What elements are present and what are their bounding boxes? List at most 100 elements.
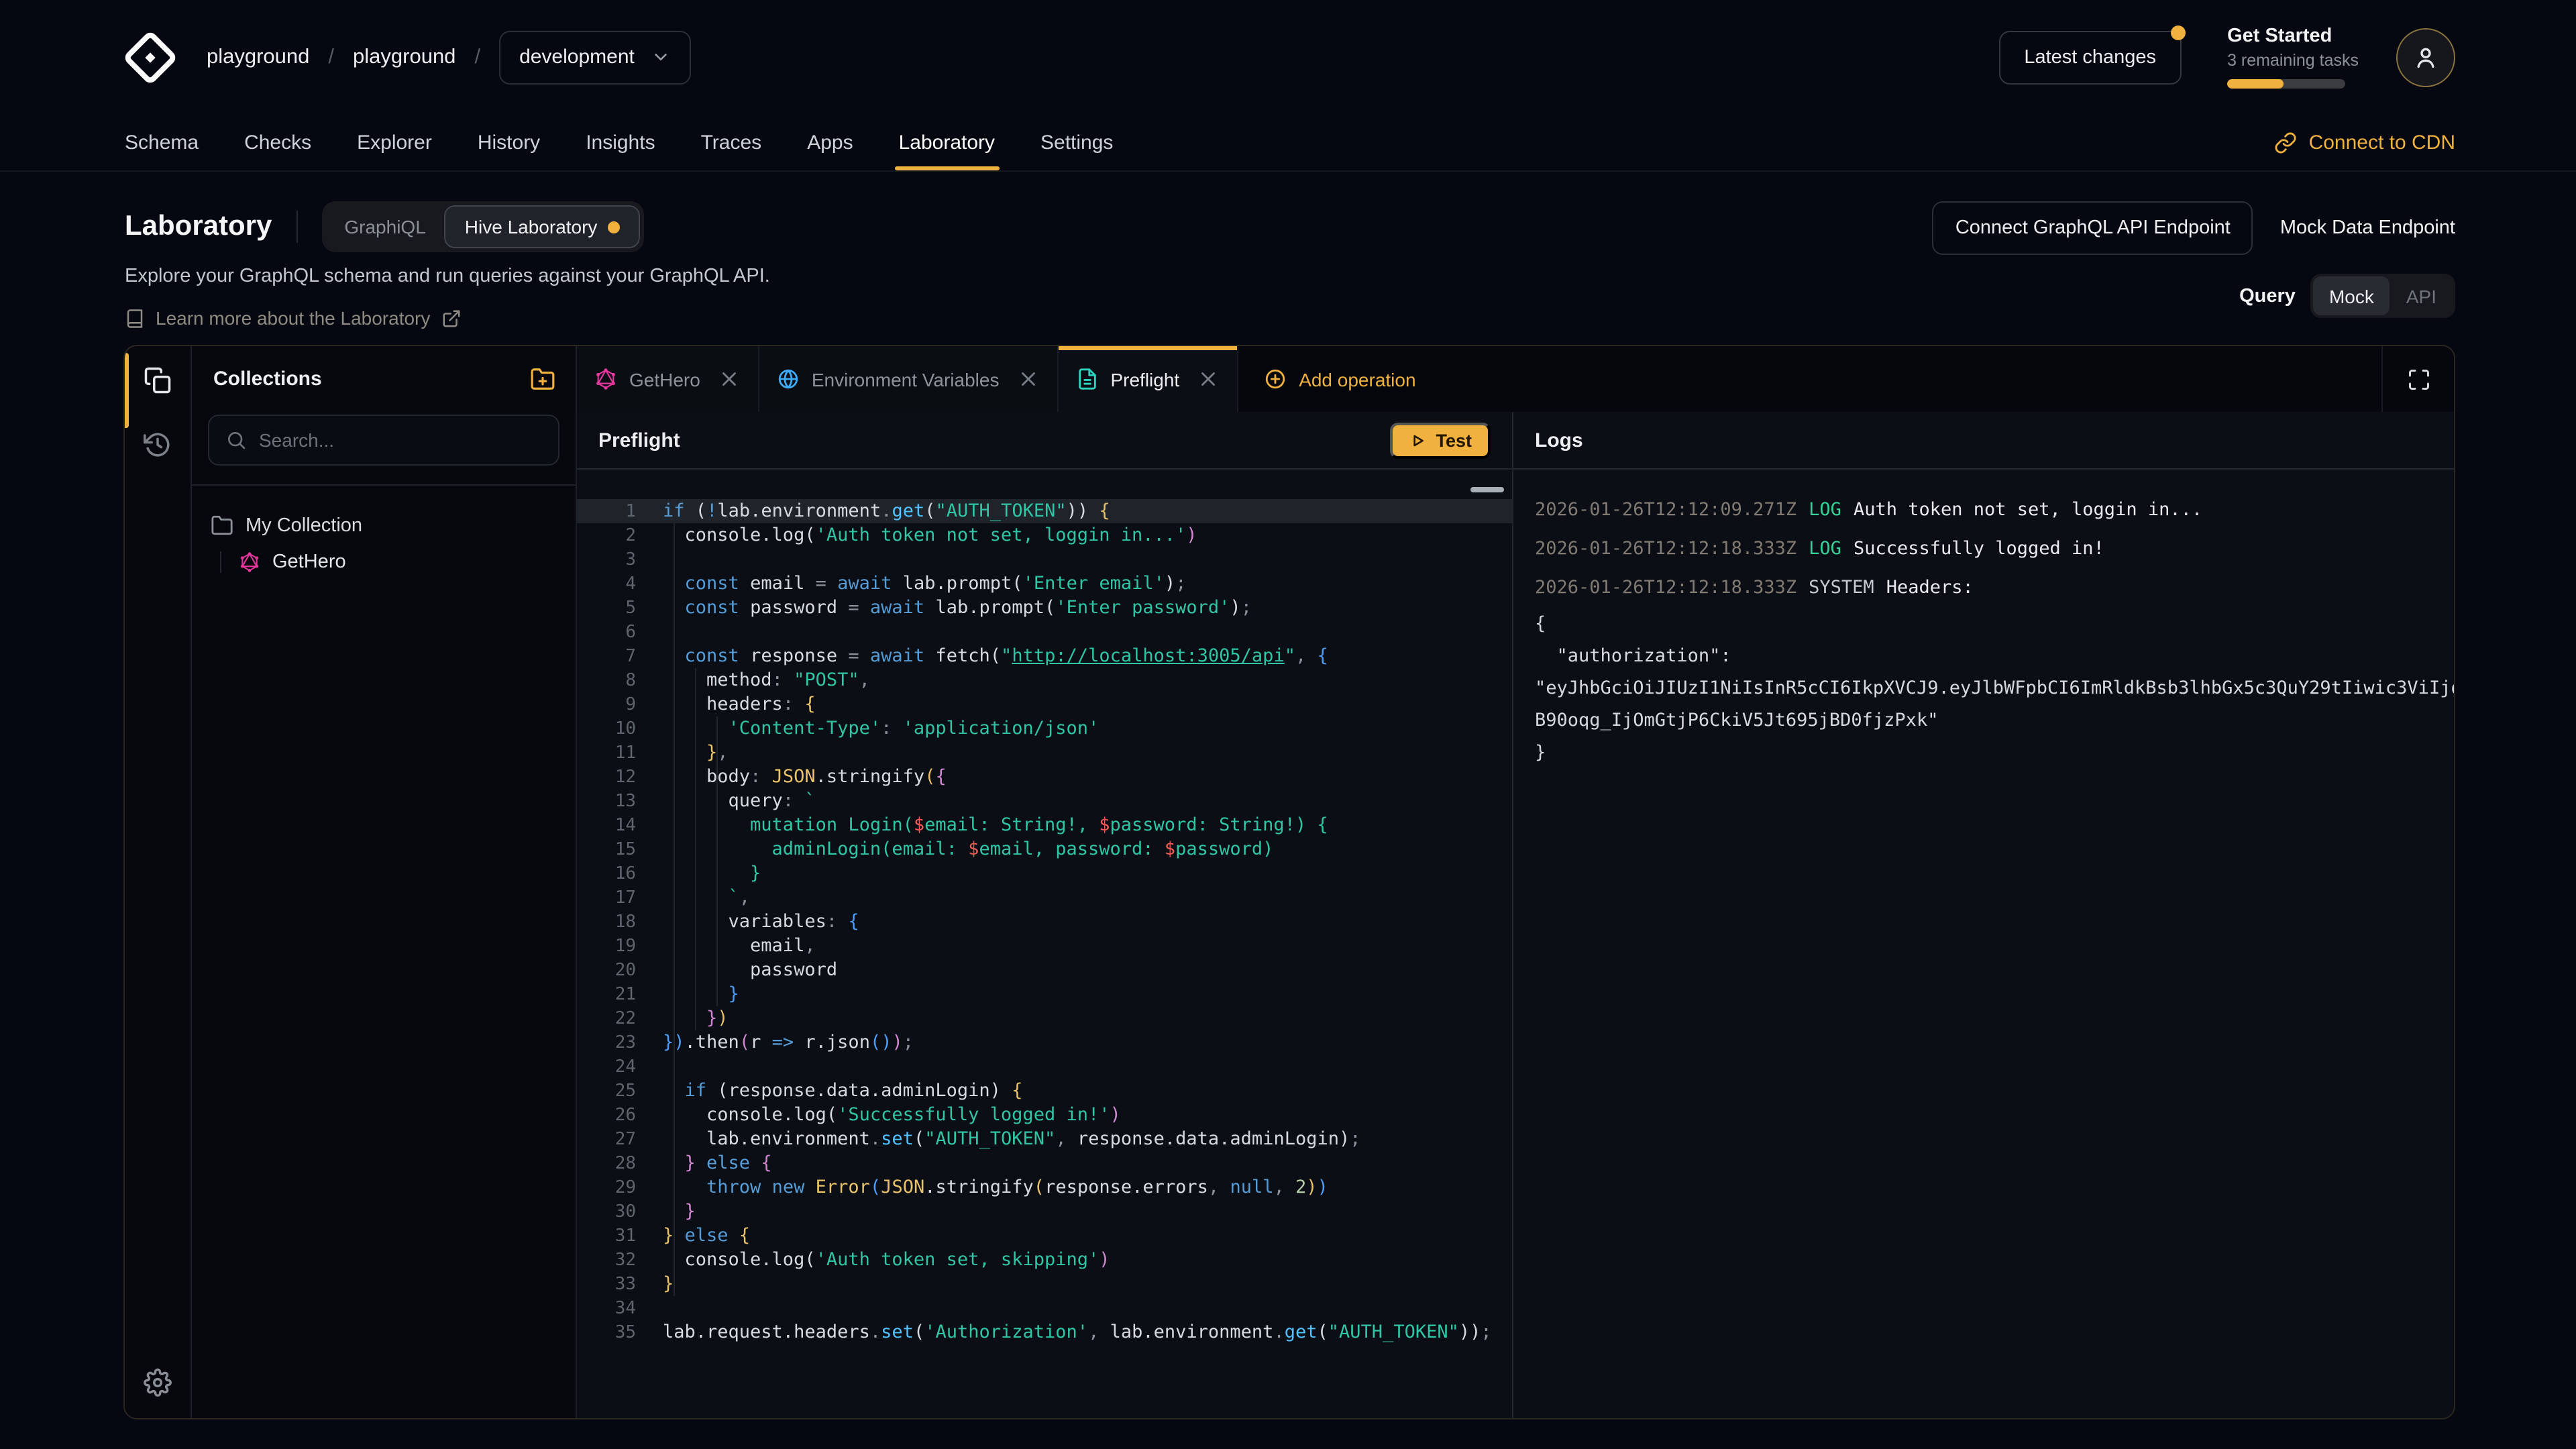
close-icon[interactable] [1197,368,1220,390]
code-line[interactable]: 1if (!lab.environment.get("AUTH_TOKEN"))… [577,499,1512,523]
close-icon[interactable] [718,368,741,390]
line-number: 15 [577,839,663,859]
code-line[interactable]: 31} else { [577,1224,1512,1248]
test-button[interactable]: Test [1390,422,1491,458]
collection-folder[interactable]: My Collection [211,514,557,537]
mode-option-graphiql[interactable]: GraphiQL [325,205,444,248]
laboratory-panel: Collections My Collection GetHero [123,345,2455,1419]
tab-label: Environment Variables [812,368,1000,390]
external-link-icon [441,308,461,328]
code-line[interactable]: 35lab.request.headers.set('Authorization… [577,1320,1512,1344]
folder-plus-icon[interactable] [530,366,555,392]
code-line[interactable]: 5 const password = await lab.prompt('Ent… [577,596,1512,620]
line-number: 5 [577,598,663,618]
code-text: body: JSON.stringify({ [663,766,947,788]
collections-icon[interactable] [144,366,172,394]
gear-icon[interactable] [144,1368,172,1397]
line-number: 2 [577,525,663,545]
code-line[interactable]: 9 headers: { [577,692,1512,716]
nav-tab-checks[interactable]: Checks [244,114,311,170]
collection-operation[interactable]: GetHero [239,551,557,573]
code-text: headers: { [663,694,816,715]
nav-tab-traces[interactable]: Traces [701,114,762,170]
code-line[interactable]: 25 if (response.data.adminLogin) { [577,1079,1512,1103]
line-number: 20 [577,960,663,980]
code-line[interactable]: 6 [577,620,1512,644]
nav-tab-history[interactable]: History [478,114,540,170]
code-line[interactable]: 8 method: "POST", [577,668,1512,692]
progress-fill [2227,79,2284,89]
nav-tab-insights[interactable]: Insights [586,114,655,170]
code-line[interactable]: 7 const response = await fetch("http://l… [577,644,1512,668]
code-line[interactable]: 2 console.log('Auth token not set, loggi… [577,523,1512,547]
query-mode-mock[interactable]: Mock [2313,276,2390,315]
history-icon[interactable] [144,431,172,459]
avatar[interactable] [2396,28,2455,87]
nav-tab-settings[interactable]: Settings [1040,114,1113,170]
collections-title: Collections [213,368,322,390]
search-input[interactable] [259,429,542,451]
hive-laboratory-page: playground / playground / development La… [0,0,2576,1449]
code-line[interactable]: 33} [577,1272,1512,1296]
page-title: Laboratory [125,211,272,243]
code-text: } else { [663,1225,750,1246]
logs-output[interactable]: 2026-01-26T12:12:09.271ZLOGAuth token no… [1513,470,2454,1418]
code-line[interactable]: 22 }) [577,1006,1512,1030]
mock-endpoint-button[interactable]: Mock Data Endpoint [2280,217,2455,239]
line-number: 19 [577,936,663,956]
code-line[interactable]: 34 [577,1296,1512,1320]
code-line[interactable]: 4 const email = await lab.prompt('Enter … [577,572,1512,596]
code-line[interactable]: 27 lab.environment.set("AUTH_TOKEN", res… [577,1127,1512,1151]
line-number: 8 [577,670,663,690]
line-number: 25 [577,1081,663,1101]
connect-cdn-label: Connect to CDN [2309,131,2455,154]
code-line[interactable]: 3 [577,547,1512,572]
editor-scroll-widget[interactable] [1470,487,1504,492]
code-line[interactable]: 29 throw new Error(JSON.stringify(respon… [577,1175,1512,1199]
logs-pane: Logs 2026-01-26T12:12:09.271ZLOGAuth tok… [1513,412,2454,1418]
code-line[interactable]: 26 console.log('Successfully logged in!'… [577,1103,1512,1127]
target-selector[interactable]: development [499,30,691,84]
code-line[interactable]: 28 } else { [577,1151,1512,1175]
close-icon[interactable] [1016,368,1039,390]
log-level: LOG [1809,538,1841,559]
add-operation-button[interactable]: Add operation [1241,346,1438,412]
tab-preflight[interactable]: Preflight [1058,346,1238,412]
code-text: adminLogin(email: $email, password: $pas… [663,839,1273,860]
log-level: SYSTEM [1809,577,1874,598]
get-started-widget[interactable]: Get Started 3 remaining tasks [2227,25,2359,89]
connect-endpoint-button[interactable]: Connect GraphQL API Endpoint [1933,201,2253,255]
code-text: const password = await lab.prompt('Enter… [663,597,1252,619]
code-line[interactable]: 32 console.log('Auth token set, skipping… [577,1248,1512,1272]
connect-cdn-link[interactable]: Connect to CDN [2274,114,2455,170]
code-text: variables: { [663,911,859,932]
nav-tab-apps[interactable]: Apps [807,114,853,170]
breadcrumb-separator: / [474,45,480,69]
header-actions: Latest changes Get Started 3 remaining t… [1998,25,2455,89]
line-number: 24 [577,1057,663,1077]
mode-option-hive-laboratory[interactable]: Hive Laboratory [445,205,641,248]
code-text: console.log('Auth token not set, loggin … [663,525,1197,546]
mode-toggle: GraphiQL Hive Laboratory [321,201,644,252]
code-editor[interactable]: 1if (!lab.environment.get("AUTH_TOKEN"))… [577,470,1512,1418]
tab-environment-variables[interactable]: Environment Variables [759,346,1059,412]
tab-gethero[interactable]: GetHero [577,346,759,412]
hive-logo[interactable] [123,30,177,84]
indent-guide [674,523,675,1296]
code-line[interactable]: 30 } [577,1199,1512,1224]
latest-changes-button[interactable]: Latest changes [1998,30,2182,84]
code-line[interactable]: 24 [577,1055,1512,1079]
code-line[interactable]: 23}).then(r => r.json()); [577,1030,1512,1055]
code-text: } [663,1201,696,1222]
fullscreen-button[interactable] [2381,346,2454,412]
nav-tab-laboratory[interactable]: Laboratory [899,114,995,170]
line-number: 17 [577,888,663,908]
log-timestamp: 2026-01-26T12:12:09.271Z [1535,499,1796,521]
query-mode-api[interactable]: API [2390,276,2453,315]
breadcrumb-org[interactable]: playground [207,45,309,69]
nav-tab-schema[interactable]: Schema [125,114,199,170]
breadcrumb-project[interactable]: playground [353,45,455,69]
tab-label: Preflight [1110,368,1179,390]
nav-tab-explorer[interactable]: Explorer [357,114,432,170]
get-started-title: Get Started [2227,25,2359,47]
